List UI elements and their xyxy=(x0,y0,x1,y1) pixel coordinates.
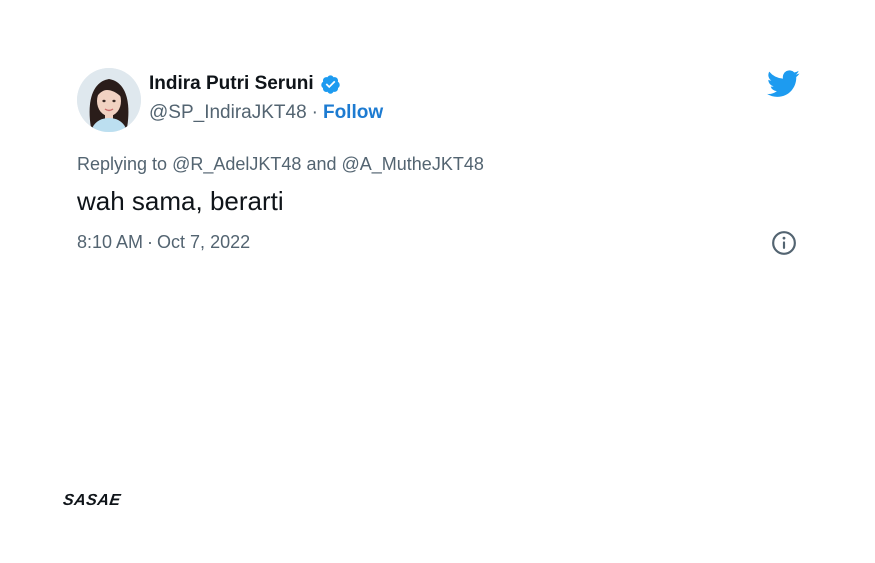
replying-conjunction: and xyxy=(306,154,337,174)
author-handle[interactable]: @SP_IndiraJKT48 xyxy=(149,102,307,123)
mention-link-1[interactable]: @R_AdelJKT48 xyxy=(172,154,301,174)
mention-link-2[interactable]: @A_MutheJKT48 xyxy=(342,154,484,174)
info-icon[interactable] xyxy=(771,230,797,256)
avatar[interactable] xyxy=(77,68,141,132)
author-handle-row: @SP_IndiraJKT48 · Follow xyxy=(149,102,383,124)
tweet-text: wah sama, berarti xyxy=(77,186,284,216)
follow-button[interactable]: Follow xyxy=(323,102,383,123)
watermark-logo: SASAE xyxy=(61,492,122,509)
verified-badge-icon xyxy=(320,74,341,95)
tweet-embed: Indira Putri Seruni @SP_IndiraJKT48 · Foll… xyxy=(0,0,875,563)
tweet-time: 8:10 AM xyxy=(77,232,144,252)
tweet-timestamp[interactable]: 8:10 AM · Oct 7, 2022 xyxy=(77,232,250,253)
author-display-name[interactable]: Indira Putri Seruni xyxy=(149,73,314,95)
author-name-row[interactable]: Indira Putri Seruni xyxy=(149,73,341,95)
twitter-bird-icon[interactable] xyxy=(767,70,800,98)
avatar-image xyxy=(77,68,141,132)
replying-to-line: Replying to @R_AdelJKT48 and @A_MutheJKT… xyxy=(77,154,484,175)
tweet-date: Oct 7, 2022 xyxy=(157,232,251,252)
replying-prefix: Replying to xyxy=(77,154,168,174)
timestamp-separator: · xyxy=(147,232,154,252)
handle-separator: · xyxy=(311,102,318,123)
